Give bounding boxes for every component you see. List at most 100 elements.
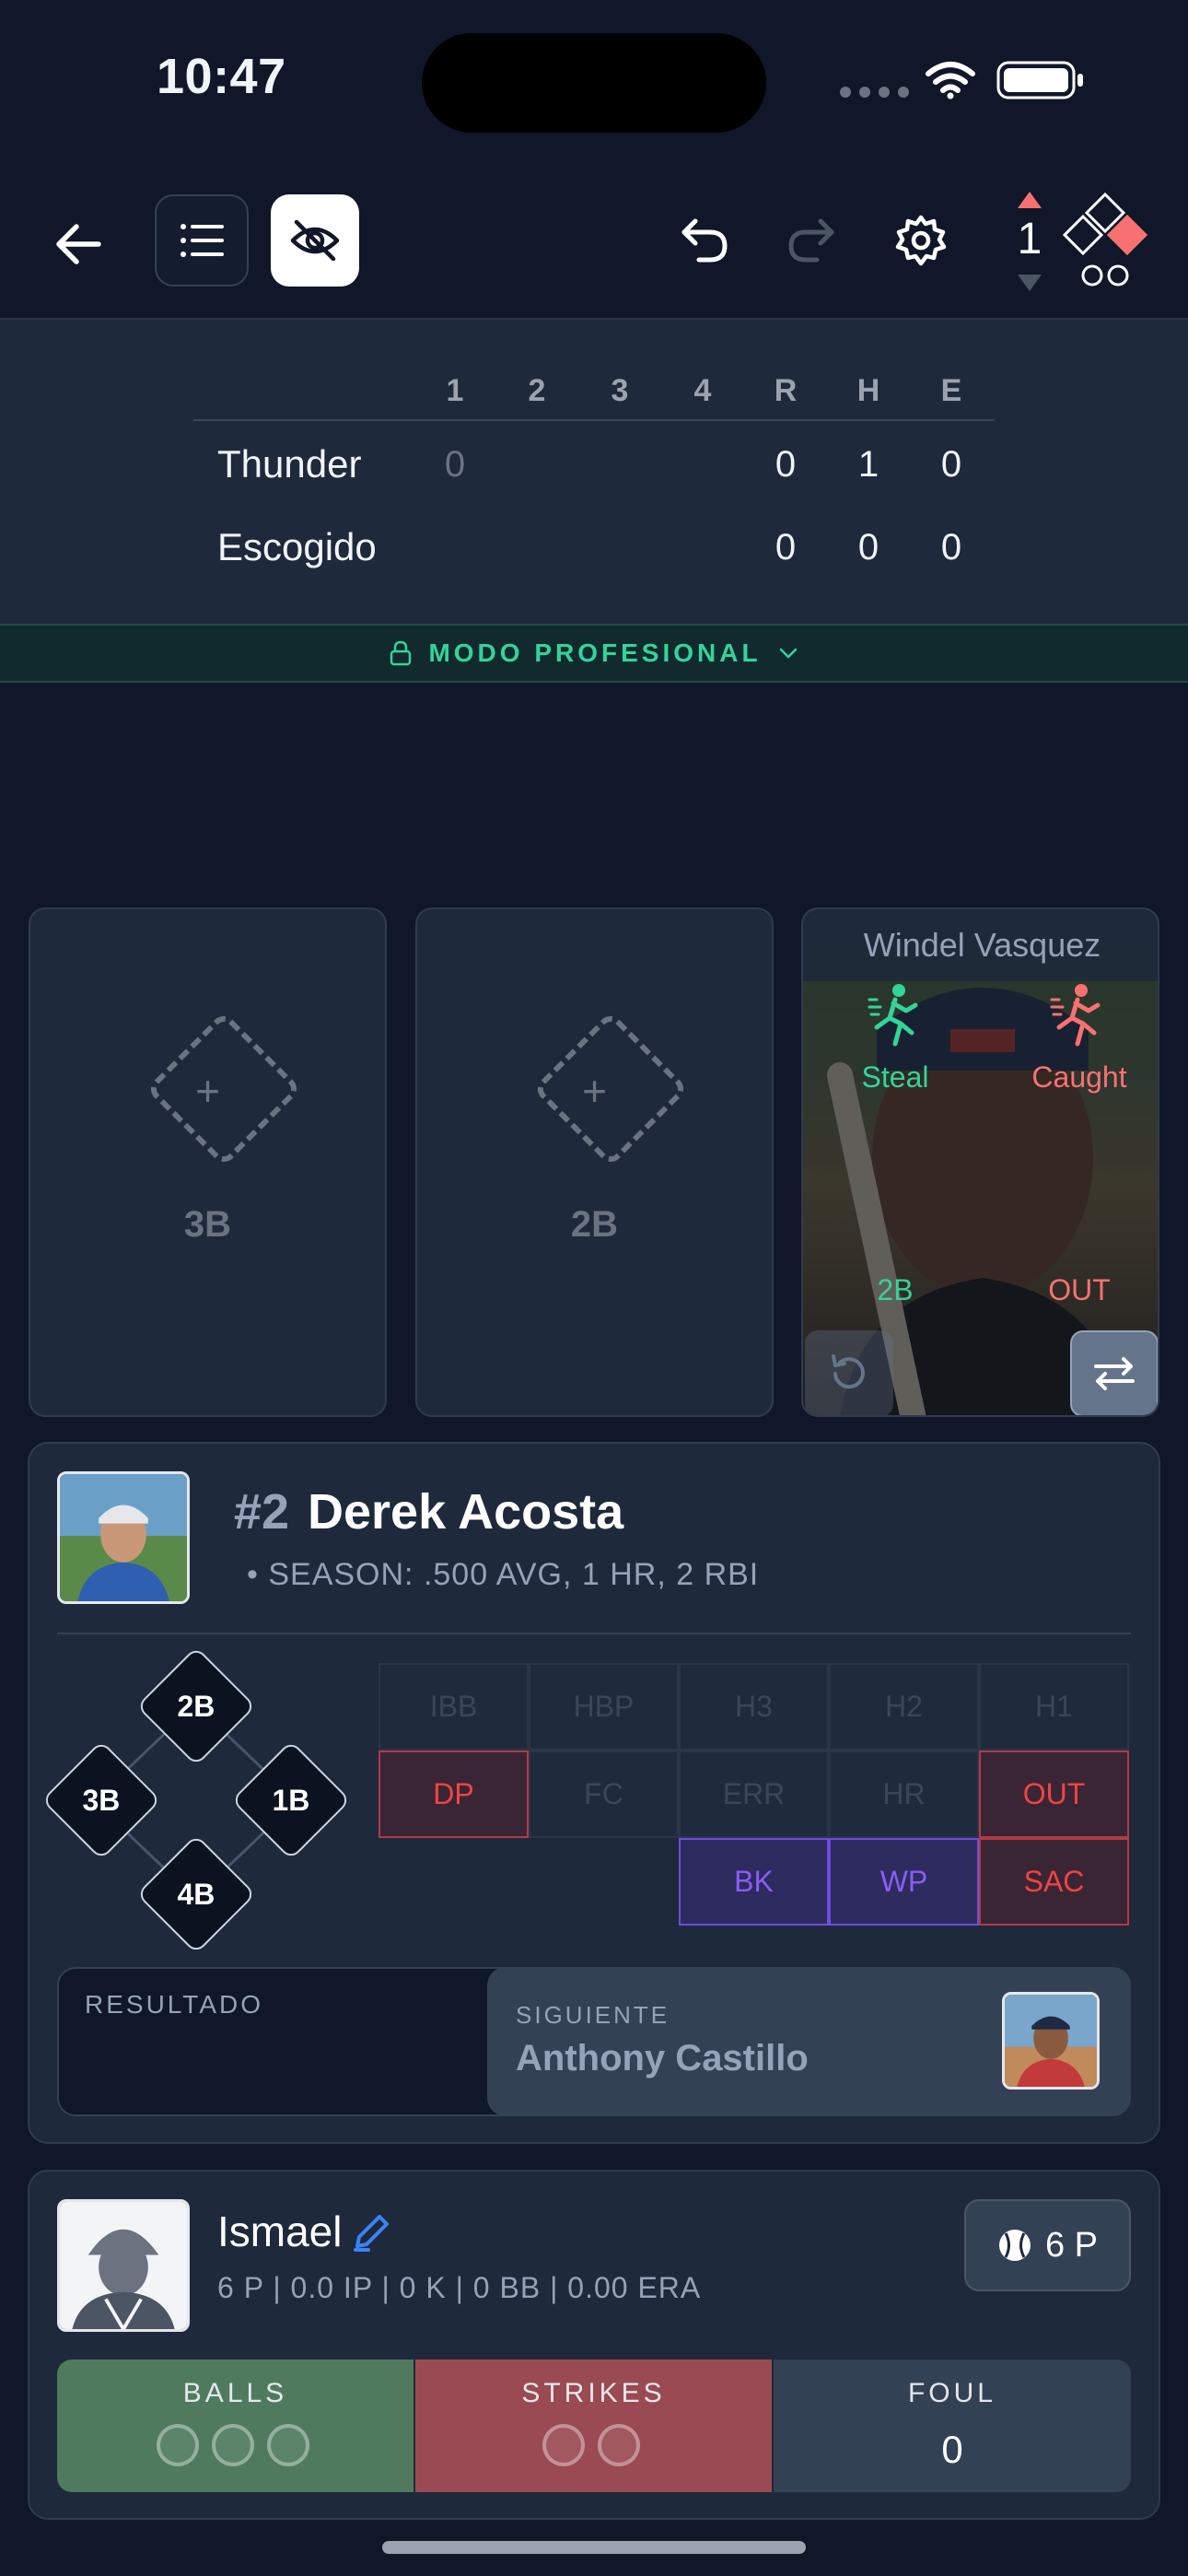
runner-name: Windel Vasquez [863, 926, 1101, 964]
lineup-list-button[interactable] [155, 194, 249, 287]
chevron-down-icon [779, 648, 797, 659]
scoreboard-header-inning-3: 3 [611, 373, 629, 408]
arrow-left-icon [56, 224, 101, 264]
scoreboard-header-inning-4: 4 [693, 373, 712, 408]
strikes-label: STRIKES [521, 2378, 666, 2408]
outcome-sac[interactable]: SAC [979, 1838, 1129, 1926]
cellular-signal-icon [840, 87, 909, 98]
outcome-err[interactable]: ERR [679, 1751, 829, 1838]
scoreboard-header-runs: R [774, 373, 798, 408]
add-runner-icon: + [582, 1067, 607, 1115]
outcome-dp[interactable]: DP [379, 1751, 529, 1838]
redo-icon [788, 218, 834, 263]
hide-toggle-button[interactable] [271, 194, 359, 287]
redo-button[interactable] [779, 207, 844, 274]
scoreboard-team-away: Thunder [217, 442, 362, 486]
scoreboard-header-hits: H [856, 373, 880, 408]
steal-label: Steal [861, 1060, 929, 1094]
ball-indicator [157, 2424, 199, 2466]
undo-button[interactable] [672, 207, 737, 274]
pitcher-name: Ismael [217, 2207, 343, 2255]
steal-button[interactable]: Steal [840, 983, 950, 1121]
scoreboard-header-inning-1: 1 [446, 373, 464, 408]
third-base-card[interactable]: + 3B [29, 907, 387, 1417]
baseball-icon [998, 2230, 1031, 2261]
gear-icon [895, 215, 947, 266]
pitch-count-button[interactable]: 6 P [964, 2199, 1131, 2291]
settings-button[interactable] [889, 206, 953, 275]
back-button[interactable] [46, 212, 111, 276]
balls-indicators [157, 2424, 309, 2466]
caught-label: Caught [1031, 1060, 1127, 1094]
second-base-card[interactable]: + 2B [415, 907, 774, 1417]
balls-counter[interactable]: BALLS [57, 2359, 413, 2492]
outcome-h1[interactable]: H1 [979, 1663, 1129, 1751]
foul-value: 0 [941, 2428, 963, 2471]
outcome-bk[interactable]: BK [679, 1838, 829, 1926]
professional-mode-label: MODO PROFESIONAL [428, 638, 762, 667]
next-batter-avatar [1002, 1992, 1100, 2090]
edit-pencil-icon[interactable] [350, 2211, 392, 2254]
list-icon [181, 224, 224, 257]
reset-runner-button[interactable] [805, 1330, 893, 1415]
scoreboard-header-errors: E [940, 373, 962, 408]
runner-out-button[interactable]: OUT [1024, 1273, 1135, 1307]
inning-up-arrow-icon[interactable] [1016, 190, 1043, 210]
running-caught-icon [1050, 984, 1101, 1047]
ball-indicator [212, 2424, 254, 2466]
first-base-runner-card[interactable]: Windel Vasquez Steal Caught 2B OUT [801, 907, 1159, 1417]
home-base-btn-label: 4B [177, 1877, 215, 1911]
scoreboard-home-hits: 0 [857, 527, 879, 568]
outcome-hr[interactable]: HR [829, 1751, 979, 1838]
swap-runner-button[interactable] [1070, 1330, 1158, 1415]
inning-down-arrow-icon[interactable] [1016, 273, 1043, 293]
scoreboard-away-runs: 0 [775, 444, 797, 485]
balls-label: BALLS [182, 2378, 288, 2408]
strikes-counter[interactable]: STRIKES [415, 2359, 772, 2492]
swap-arrows-icon [1094, 1357, 1135, 1390]
strike-indicator [598, 2424, 640, 2466]
advance-runner-button[interactable]: 2B [858, 1273, 932, 1307]
outcome-ibb[interactable]: IBB [379, 1663, 529, 1751]
home-indicator [382, 2541, 806, 2554]
eye-off-icon [290, 220, 340, 261]
scoreboard-divider [193, 419, 995, 421]
foul-label: FOUL [907, 2378, 996, 2408]
outcome-fc[interactable]: FC [529, 1751, 679, 1838]
wifi-icon [926, 62, 975, 100]
scoreboard [0, 320, 1188, 624]
scoreboard-home-errors: 0 [940, 527, 962, 568]
running-steal-icon [868, 984, 918, 1047]
batter-avatar [57, 1471, 190, 1604]
caught-stealing-button[interactable]: Caught [1010, 983, 1148, 1121]
outcome-out[interactable]: OUT [979, 1751, 1129, 1838]
batter-number: #2 [234, 1484, 290, 1540]
status-time: 10:47 [157, 49, 286, 104]
base-runners-diamond-icon [1062, 192, 1148, 287]
scoreboard-away-hits: 1 [857, 444, 879, 485]
second-base-btn-label: 2B [177, 1689, 215, 1723]
next-label: SIGUIENTE [516, 2001, 670, 2029]
undo-icon [681, 218, 728, 263]
outcome-h3[interactable]: H3 [679, 1663, 829, 1751]
outcome-h2[interactable]: H2 [829, 1663, 979, 1751]
scoreboard-team-home: Escogido [217, 525, 377, 568]
pitcher-stats: 6 P | 0.0 IP | 0 K | 0 BB | 0.00 ERA [217, 2271, 702, 2304]
result-label: RESULTADO [85, 1990, 263, 2019]
second-base-label: 2B [570, 1204, 619, 1245]
pitch-count: 6 P [1044, 2225, 1099, 2265]
first-base-btn-label: 1B [272, 1783, 310, 1817]
outcome-hbp[interactable]: HBP [529, 1663, 679, 1751]
third-base-label: 3B [183, 1204, 232, 1245]
batter-season-stats: • SEASON: .500 AVG, 1 HR, 2 RBI [247, 1557, 760, 1592]
strike-indicator [542, 2424, 585, 2466]
scoreboard-away-inning-1: 0 [444, 444, 466, 485]
battery-icon [996, 61, 1083, 100]
foul-counter[interactable]: FOUL 0 [774, 2359, 1131, 2492]
professional-mode-banner[interactable]: MODO PROFESIONAL [0, 624, 1188, 683]
ball-indicator [267, 2424, 309, 2466]
lock-icon [390, 640, 412, 666]
outcome-wp[interactable]: WP [829, 1838, 979, 1926]
batter-name: Derek Acosta [308, 1484, 624, 1540]
next-batter-name: Anthony Castillo [516, 2038, 809, 2078]
